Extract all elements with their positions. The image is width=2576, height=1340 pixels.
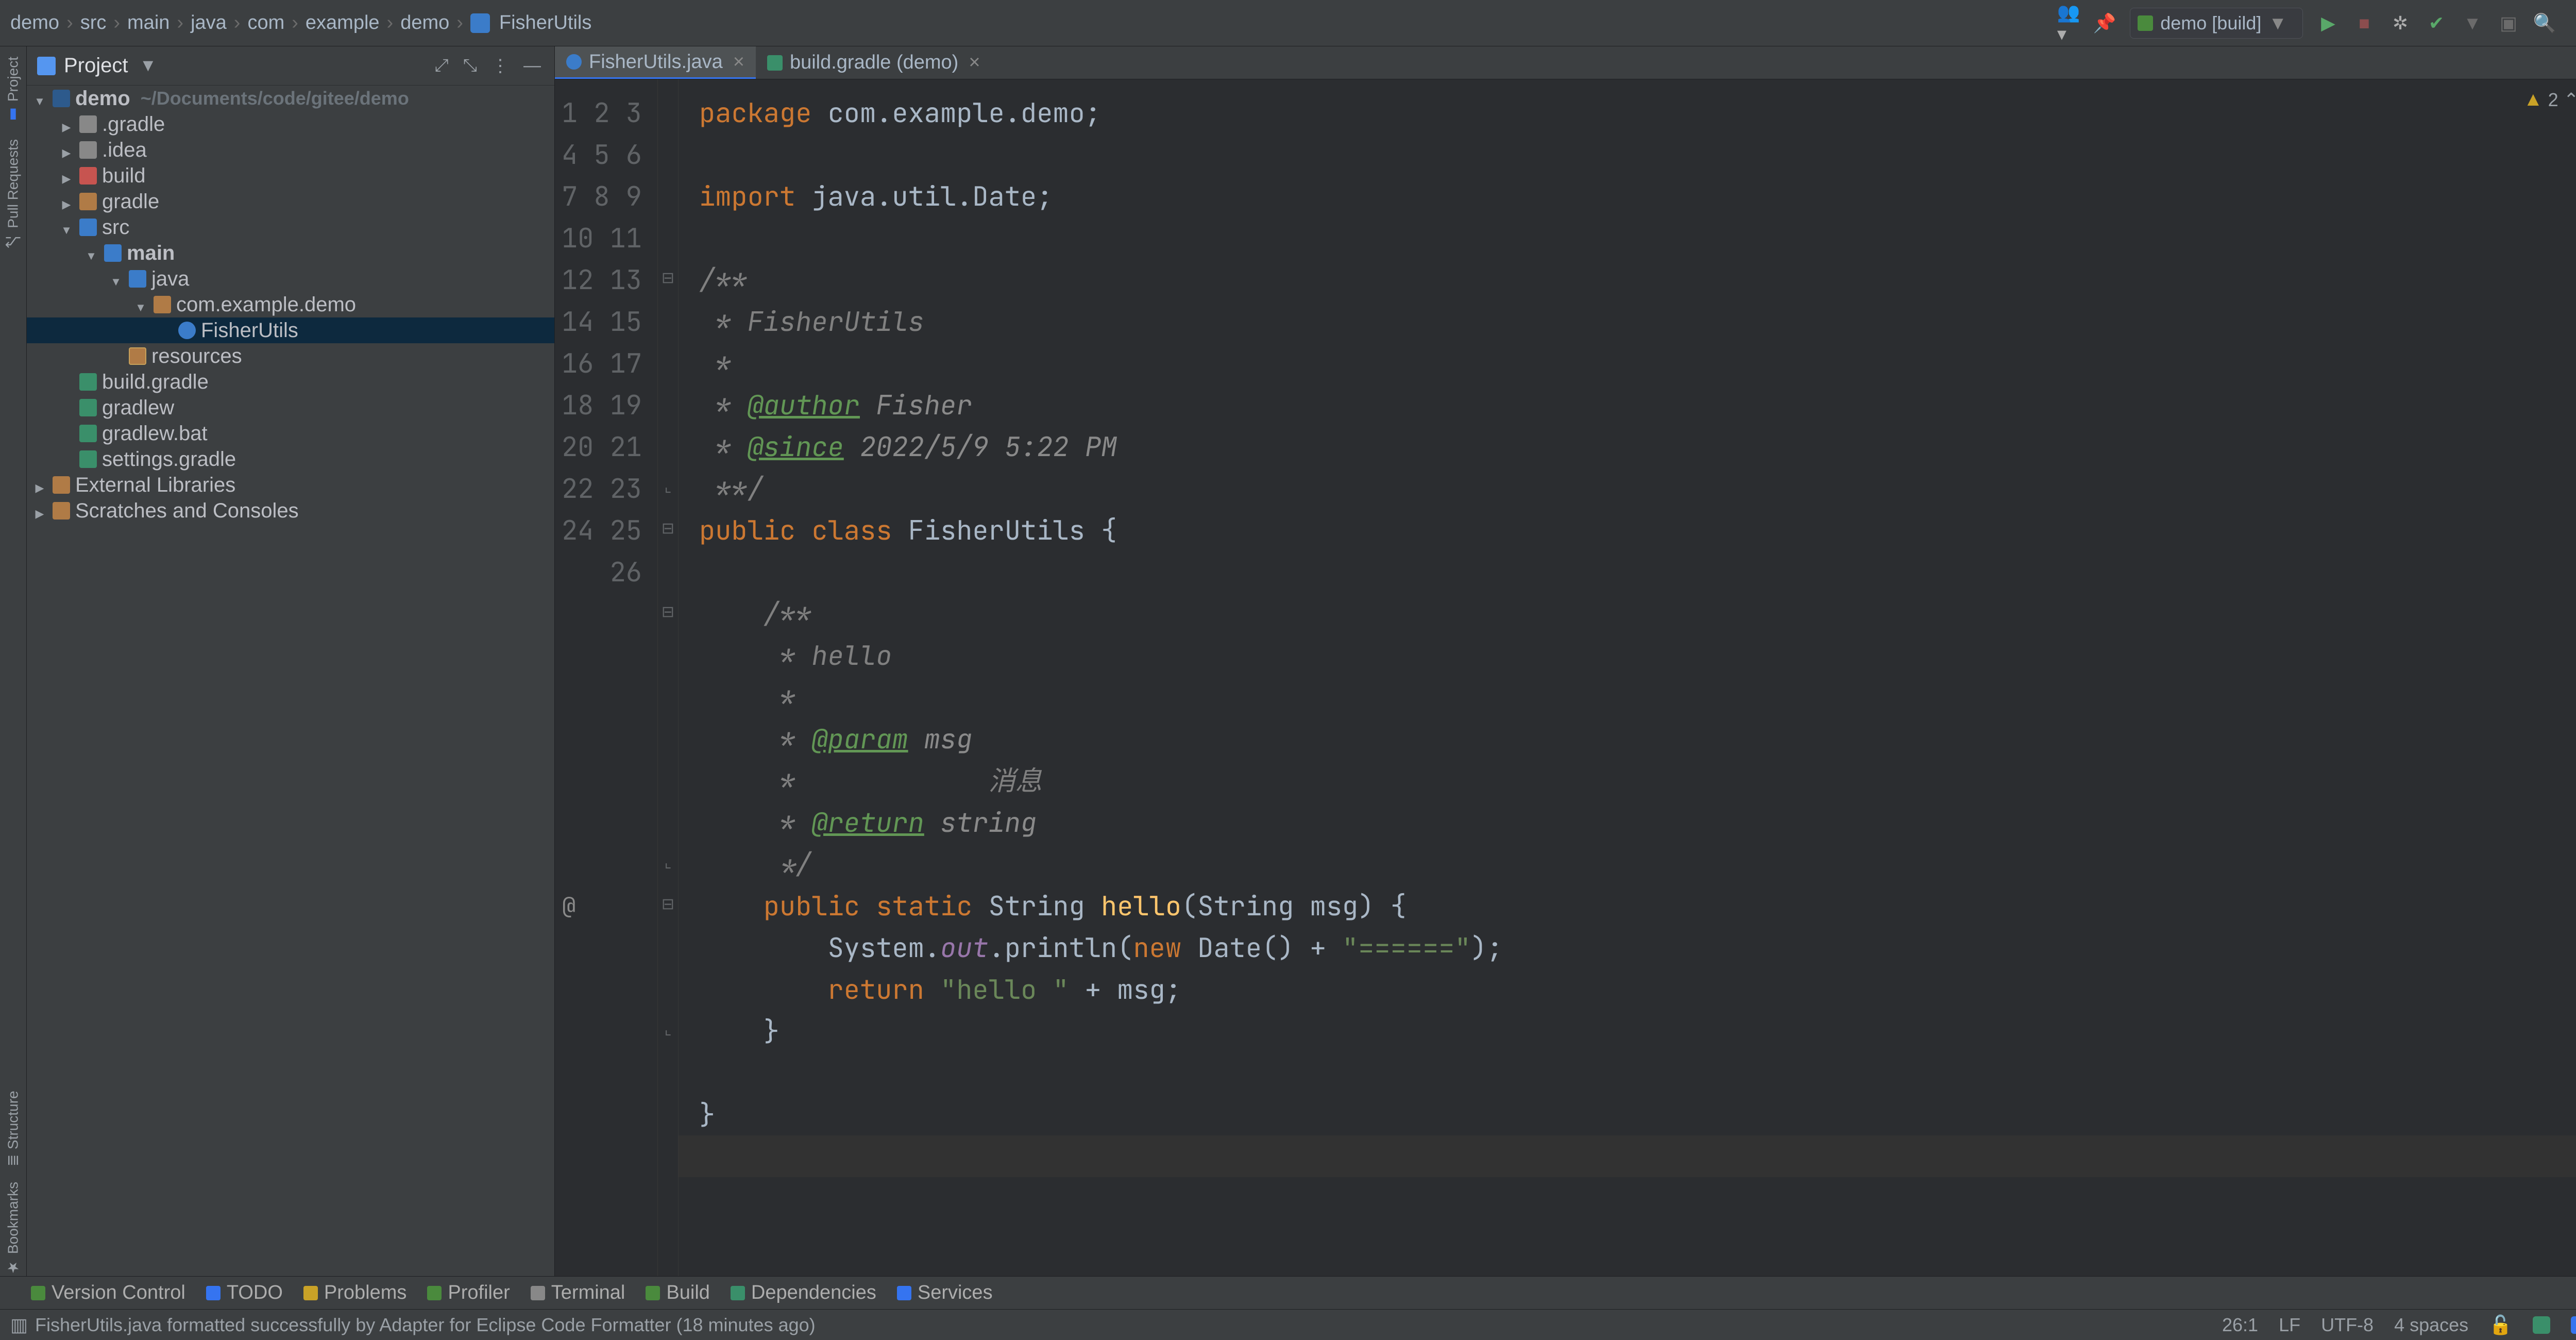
gradle-icon (767, 55, 783, 71)
tool-dependencies[interactable]: Dependencies (731, 1282, 876, 1304)
tree-node[interactable]: .gradle (27, 111, 554, 137)
project-panel: Project ▼ ⤢ ⤡ ⋮ — demo~/Documents/code/g… (27, 46, 555, 1276)
prev-highlight-icon[interactable]: ⌃ (2564, 89, 2576, 111)
tree-root[interactable]: demo~/Documents/code/gitee/demo (27, 86, 554, 111)
more-icon[interactable]: ⋮ (488, 56, 512, 76)
build-icon[interactable]: ✲ (2389, 12, 2411, 34)
tree-node[interactable]: java (27, 266, 554, 292)
close-icon[interactable]: × (969, 52, 980, 74)
crumb[interactable]: example (306, 12, 380, 34)
run-config-label: demo [build] (2160, 12, 2261, 34)
tool-pull-requests[interactable]: ⎇Pull Requests (5, 139, 22, 250)
project-icon (37, 57, 56, 75)
tab-label: FisherUtils.java (589, 51, 723, 73)
pin-icon[interactable]: 📌 (2094, 12, 2115, 34)
tree-node[interactable]: build (27, 163, 554, 189)
tool-problems[interactable]: Problems (303, 1282, 407, 1304)
tree-node[interactable]: External Libraries (27, 472, 554, 498)
chevron-down-icon[interactable]: ▼ (2462, 12, 2483, 34)
tree-node[interactable]: Scratches and Consoles (27, 498, 554, 524)
project-title: Project (64, 54, 128, 77)
inspection-summary[interactable]: ▲ 2 ⌃ ⌄ (2523, 89, 2576, 111)
status-chip-icon[interactable] (2533, 1316, 2550, 1334)
tool-bookmarks[interactable]: ★Bookmarks (5, 1182, 22, 1276)
tool-build[interactable]: Build (646, 1282, 710, 1304)
crumb[interactable]: FisherUtils (499, 12, 591, 34)
tab-fisherutils[interactable]: FisherUtils.java × (555, 46, 756, 79)
crumb[interactable]: demo (400, 12, 449, 34)
breadcrumbs: demo› src› main› java› com› example› dem… (10, 12, 591, 34)
tool-version-control[interactable]: Version Control (31, 1282, 185, 1304)
project-header: Project ▼ ⤢ ⤡ ⋮ — (27, 46, 554, 86)
class-icon (566, 54, 582, 70)
gutter-folding[interactable]: ⊟ ⌞ ⊟ ⊟ ⌞ ⊟ ⌞ (658, 79, 679, 1276)
run-config-selector[interactable]: demo [build] ▼ (2130, 8, 2303, 39)
tool-structure[interactable]: ≣Structure (5, 1091, 22, 1166)
search-icon[interactable]: 🔍 (2534, 12, 2555, 34)
hide-icon[interactable]: — (520, 56, 544, 76)
topbar: demo› src› main› java› com› example› dem… (0, 0, 2576, 46)
crumb[interactable]: java (191, 12, 227, 34)
crumb[interactable]: demo (10, 12, 59, 34)
status-indent[interactable]: 4 spaces (2394, 1314, 2468, 1336)
collapse-icon[interactable]: ⤡ (460, 56, 480, 76)
crumb[interactable]: main (127, 12, 170, 34)
run-config-icon (2138, 15, 2153, 31)
tree-node[interactable]: settings.gradle (27, 446, 554, 472)
tree-node[interactable]: build.gradle (27, 369, 554, 395)
tab-label: build.gradle (demo) (790, 52, 958, 74)
status-bar: ▥ FisherUtils.java formatted successfull… (0, 1309, 2576, 1340)
warning-icon: ▲ (2523, 89, 2543, 111)
tool-todo[interactable]: TODO (206, 1282, 283, 1304)
editor-tabs: FisherUtils.java × build.gradle (demo) ×… (555, 46, 2576, 79)
status-message: FisherUtils.java formatted successfully … (35, 1314, 816, 1336)
crumb[interactable]: com (247, 12, 284, 34)
tool-project[interactable]: ▮Project (5, 57, 22, 124)
left-tool-strip: ▮Project ⎇Pull Requests ≣Structure ★Book… (0, 46, 27, 1276)
tool-services[interactable]: Services (897, 1282, 993, 1304)
tree-node[interactable]: resources (27, 343, 554, 369)
status-chip-icon[interactable] (2571, 1316, 2576, 1334)
project-tree[interactable]: demo~/Documents/code/gitee/demo .gradle … (27, 86, 554, 1276)
sync-ok-icon[interactable]: ✔ (2426, 12, 2447, 34)
code-content[interactable]: package com.example.demo; import java.ut… (679, 79, 2576, 1276)
run-button[interactable]: ▶ (2317, 12, 2339, 34)
tool-terminal[interactable]: Terminal (531, 1282, 625, 1304)
stop-button[interactable]: ■ (2353, 12, 2375, 34)
status-position[interactable]: 26:1 (2222, 1314, 2258, 1336)
tree-node[interactable]: com.example.demo (27, 292, 554, 317)
editor-area: FisherUtils.java × build.gradle (demo) ×… (555, 46, 2576, 1276)
collaborate-icon[interactable]: 👥▾ (2058, 12, 2079, 34)
topbar-actions: 👥▾ 📌 demo [build] ▼ ▶ ■ ✲ ✔ ▼ ▣ 🔍 ⋮ (2058, 8, 2576, 39)
updates-icon[interactable]: ▣ (2498, 12, 2519, 34)
chevron-down-icon[interactable]: ▼ (137, 56, 160, 76)
tree-node-selected[interactable]: FisherUtils (27, 317, 554, 343)
status-encoding[interactable]: UTF-8 (2321, 1314, 2374, 1336)
tree-node[interactable]: gradlew.bat (27, 421, 554, 446)
gutter-line-numbers: 1 2 3 4 5 6 7 8 9 10 11 12 13 14 15 16 1… (555, 79, 658, 1276)
chevron-down-icon: ▼ (2268, 12, 2287, 34)
tree-node[interactable]: .idea (27, 137, 554, 163)
status-line-sep[interactable]: LF (2279, 1314, 2300, 1336)
status-layout-icon[interactable]: ▥ (10, 1314, 28, 1336)
expand-icon[interactable]: ⤢ (432, 56, 452, 76)
close-icon[interactable]: × (733, 51, 744, 73)
tool-profiler[interactable]: Profiler (427, 1282, 510, 1304)
lock-icon[interactable]: 🔓 (2489, 1314, 2512, 1336)
bottom-tool-bar: Version Control TODO Problems Profiler T… (0, 1276, 2576, 1309)
tab-build-gradle[interactable]: build.gradle (demo) × (756, 46, 992, 79)
editor[interactable]: ▲ 2 ⌃ ⌄ 1 2 3 4 5 6 7 8 9 10 11 12 13 14… (555, 79, 2576, 1276)
tree-node[interactable]: main (27, 240, 554, 266)
warning-count: 2 (2548, 89, 2558, 111)
more-icon[interactable]: ⋮ (2570, 12, 2576, 34)
tree-node[interactable]: src (27, 214, 554, 240)
class-icon (470, 13, 490, 33)
crumb[interactable]: src (80, 12, 107, 34)
tree-node[interactable]: gradle (27, 189, 554, 214)
tree-node[interactable]: gradlew (27, 395, 554, 421)
